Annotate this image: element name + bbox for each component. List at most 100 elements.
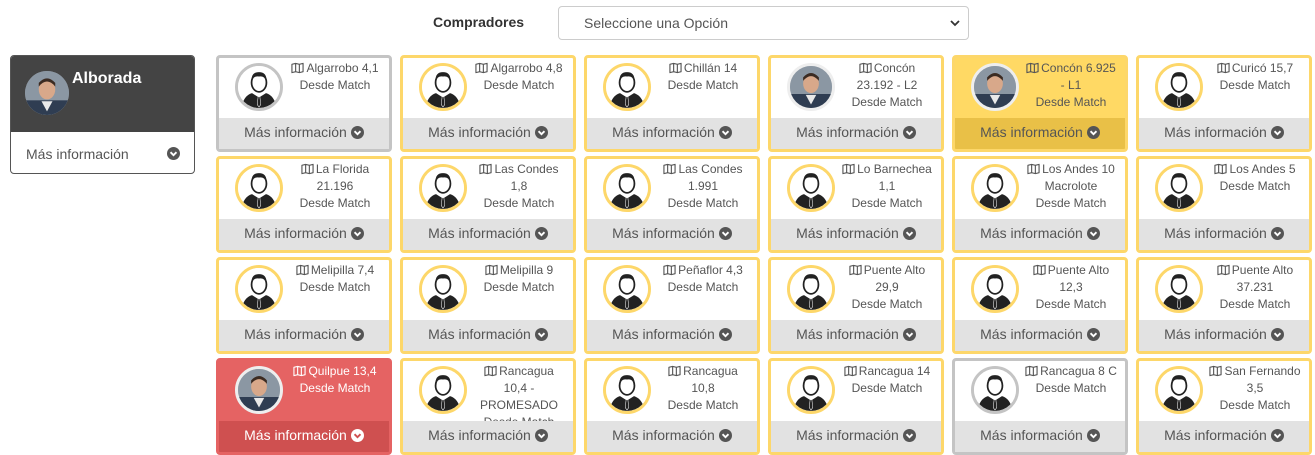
more-info-button[interactable]: Más información [587, 118, 757, 149]
buyer-avatar [235, 164, 283, 212]
buyer-avatar [971, 63, 1019, 111]
buyer-select[interactable]: Seleccione una Opción [558, 6, 969, 40]
buyer-info: Los Andes 10 Macrolote Desde Match [1019, 161, 1123, 212]
buyer-card: Concón 23.192 - L2 Desde Match Más informac… [768, 55, 944, 152]
more-info-button[interactable]: Más información [587, 320, 757, 351]
user-silhouette-icon [606, 268, 648, 310]
more-info-button[interactable]: Más información [1139, 219, 1309, 250]
match-source: Desde Match [483, 196, 555, 210]
project-name-line: PROMESADO [467, 397, 571, 414]
more-info-label: Más información [612, 427, 715, 443]
user-silhouette-icon [606, 369, 648, 411]
more-info-button[interactable]: Más información [771, 219, 941, 250]
user-silhouette-icon [238, 66, 280, 108]
buyer-info: Las Condes 1.991 Desde Match [651, 161, 755, 212]
map-icon [1025, 365, 1038, 377]
project-name-text: 23.192 - L2 [856, 78, 918, 92]
chevron-circle-down-icon [1086, 126, 1100, 139]
buyer-info: Puente Alto 12,3 Desde Match [1019, 262, 1123, 313]
project-name: Las Condes [651, 161, 755, 178]
match-source: Desde Match [851, 196, 923, 210]
chevron-circle-down-icon [350, 429, 364, 442]
project-name-text: 10,4 - [503, 381, 535, 395]
more-info-label: Más información [1164, 225, 1267, 241]
more-info-button[interactable]: Más información [955, 219, 1125, 250]
owner-more-info-button[interactable]: Más información [11, 132, 194, 173]
more-info-button[interactable]: Más información [219, 219, 389, 250]
more-info-button[interactable]: Más información [403, 219, 573, 250]
match-source: Desde Match [299, 78, 371, 92]
project-name-text: Rancagua 8 C [1040, 364, 1117, 378]
more-info-button[interactable]: Más información [219, 421, 389, 452]
buyer-card: Quilpue 13,4 Desde Match Más información [216, 358, 392, 455]
chevron-circle-down-icon [534, 328, 548, 341]
more-info-button[interactable]: Más información [955, 118, 1125, 149]
chevron-circle-down-icon [718, 126, 732, 139]
project-name: Algarrobo 4,1 [283, 60, 387, 77]
buyer-avatar [787, 366, 835, 414]
more-info-button[interactable]: Más información [955, 421, 1125, 452]
match-source: Desde Match [299, 381, 371, 395]
project-name: Puente Alto [1019, 262, 1123, 279]
chevron-circle-down-icon [350, 227, 364, 240]
project-name-line: 10,4 - [467, 380, 571, 397]
buyer-card: Rancagua 14 Desde Match Más información [768, 358, 944, 455]
more-info-button[interactable]: Más información [403, 421, 573, 452]
match-source: Desde Match [851, 381, 923, 395]
more-info-label: Más información [428, 326, 531, 342]
project-name: Chillán 14 [651, 60, 755, 77]
user-silhouette-icon [1158, 66, 1200, 108]
project-name-line: - L1 [1019, 77, 1123, 94]
buyer-info: Puente Alto 29,9 Desde Match [835, 262, 939, 313]
project-name: Rancagua [651, 363, 755, 380]
project-name: Puente Alto [1203, 262, 1307, 279]
more-info-label: Más información [244, 326, 347, 342]
more-info-button[interactable]: Más información [219, 118, 389, 149]
more-info-button[interactable]: Más información [587, 421, 757, 452]
chevron-circle-down-icon [718, 328, 732, 341]
more-info-button[interactable]: Más información [771, 421, 941, 452]
match-source: Desde Match [851, 297, 923, 311]
project-name-text: Los Andes 5 [1229, 162, 1296, 176]
chevron-circle-down-icon [718, 227, 732, 240]
buyer-card-grid: Algarrobo 4,1 Desde Match Más información A… [216, 55, 1312, 455]
user-photo-icon [238, 369, 280, 411]
more-info-button[interactable]: Más información [403, 320, 573, 351]
buyer-info: Puente Alto 37.231 Desde Match [1203, 262, 1307, 313]
chevron-circle-down-icon [350, 126, 364, 139]
map-icon [291, 62, 305, 74]
project-name-line: 1,8 [467, 178, 571, 195]
project-name-text: Rancagua 14 [858, 364, 931, 378]
buyer-info: Chillán 14 Desde Match [651, 60, 755, 94]
owner-card-header: Alboradа [11, 56, 194, 132]
more-info-button[interactable]: Más información [1139, 320, 1309, 351]
map-icon [1027, 163, 1040, 175]
match-source: Desde Match [1219, 297, 1291, 311]
more-info-button[interactable]: Más información [587, 219, 757, 250]
buyer-select-value: Seleccione una Opción [584, 15, 728, 31]
user-silhouette-icon [422, 369, 464, 411]
buyer-card: Melipilla 7,4 Desde Match Más información [216, 257, 392, 354]
project-name-line: 1.991 [651, 178, 755, 195]
chevron-circle-down-icon [902, 328, 916, 341]
buyer-card: Chillán 14 Desde Match Más información [584, 55, 760, 152]
user-silhouette-icon [1158, 268, 1200, 310]
user-photo-icon [25, 71, 69, 115]
more-info-label: Más información [612, 124, 715, 140]
project-name: Peñaflor 4,3 [651, 262, 755, 279]
more-info-label: Más información [1164, 124, 1267, 140]
more-info-button[interactable]: Más información [403, 118, 573, 149]
more-info-button[interactable]: Más información [219, 320, 389, 351]
more-info-button[interactable]: Más información [1139, 118, 1309, 149]
more-info-button[interactable]: Más información [771, 320, 941, 351]
match-source: Desde Match [1035, 95, 1107, 109]
match-source: Desde Match [483, 78, 555, 92]
more-info-button[interactable]: Más información [955, 320, 1125, 351]
user-silhouette-icon [422, 167, 464, 209]
user-silhouette-icon [238, 268, 280, 310]
project-name-text: 37.231 [1236, 280, 1274, 294]
more-info-button[interactable]: Más información [1139, 421, 1309, 452]
map-icon [1209, 365, 1223, 377]
buyer-avatar [603, 265, 651, 313]
more-info-button[interactable]: Más información [771, 118, 941, 149]
